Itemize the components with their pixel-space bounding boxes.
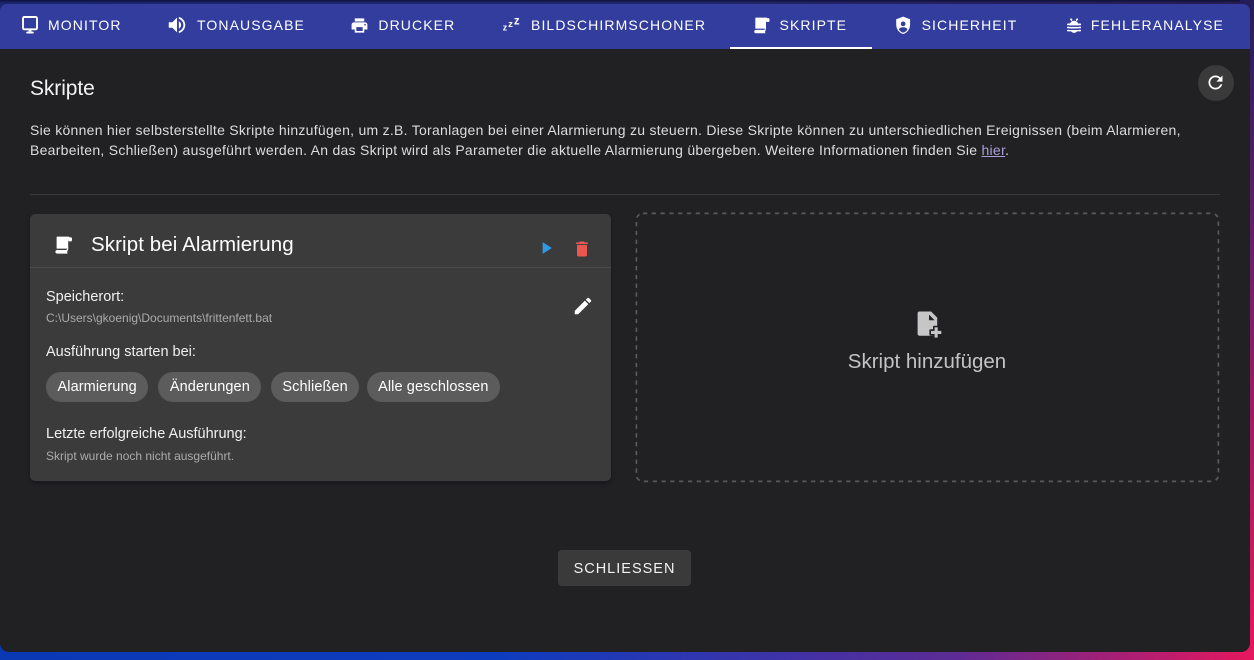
svg-text:z: z	[514, 17, 521, 27]
